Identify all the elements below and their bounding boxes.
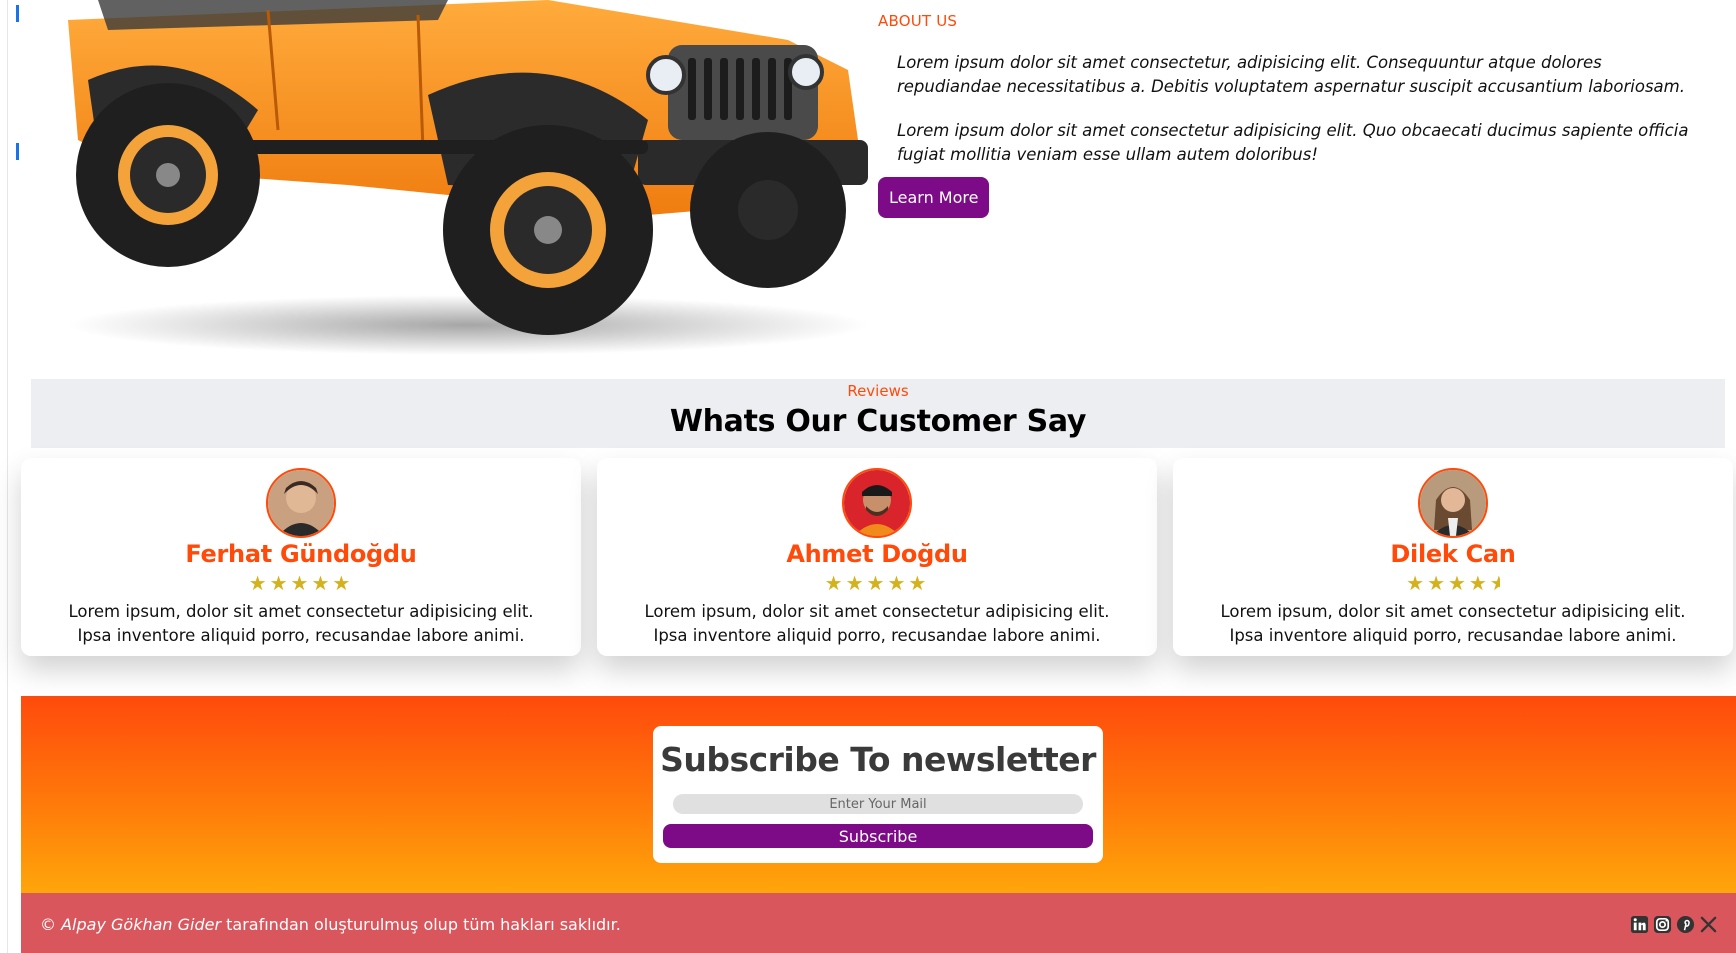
reviewer-name: Ferhat Gündoğdu bbox=[185, 540, 417, 568]
review-text: Lorem ipsum, dolor sit amet consectetur … bbox=[68, 602, 534, 645]
review-text: Lorem ipsum, dolor sit amet consectetur … bbox=[644, 602, 1110, 645]
reviews-header: Reviews Whats Our Customer Say bbox=[31, 379, 1725, 448]
review-cards: Ferhat Gündoğdu ★★★★★ Lorem ipsum, dolor… bbox=[21, 458, 1736, 656]
avatar bbox=[842, 468, 912, 538]
newsletter-box: Subscribe To newsletter Subscribe bbox=[653, 726, 1103, 863]
reviewer-name: Ahmet Doğdu bbox=[786, 540, 968, 568]
avatar bbox=[266, 468, 336, 538]
about-kicker: ABOUT US bbox=[878, 12, 958, 30]
newsletter-section: Subscribe To newsletter Subscribe bbox=[21, 696, 1736, 893]
reviews-title: Whats Our Customer Say bbox=[669, 404, 1087, 439]
review-text: Lorem ipsum, dolor sit amet consectetur … bbox=[1220, 602, 1686, 645]
about-section: ABOUT US Lorem ipsum dolor sit amet cons… bbox=[0, 0, 1736, 370]
x-icon[interactable] bbox=[1698, 914, 1718, 934]
social-links bbox=[1629, 914, 1718, 934]
newsletter-title: Subscribe To newsletter bbox=[660, 740, 1096, 779]
star-rating: ★★★★★ bbox=[248, 571, 354, 595]
review-card: Ahmet Doğdu ★★★★★ Lorem ipsum, dolor sit… bbox=[597, 458, 1157, 656]
learn-more-button[interactable]: Learn More bbox=[878, 177, 990, 218]
email-input[interactable] bbox=[673, 794, 1083, 814]
instagram-icon[interactable] bbox=[1652, 914, 1672, 934]
review-card: Ferhat Gündoğdu ★★★★★ Lorem ipsum, dolor… bbox=[21, 458, 581, 656]
about-paragraph: Lorem ipsum dolor sit amet consectetur a… bbox=[897, 121, 1689, 164]
review-card: Dilek Can ★★★★★ Lorem ipsum, dolor sit a… bbox=[1173, 458, 1733, 656]
footer-rights-text: tarafından oluşturulmuş olup tüm hakları… bbox=[226, 915, 621, 934]
reviewer-name: Dilek Can bbox=[1390, 540, 1516, 568]
pinterest-icon[interactable] bbox=[1675, 914, 1695, 934]
linkedin-icon[interactable] bbox=[1629, 914, 1649, 934]
star-rating: ★★★★★ bbox=[824, 571, 930, 595]
reviews-kicker: Reviews bbox=[847, 382, 909, 400]
orange-jeep-image bbox=[28, 0, 878, 370]
copyright-symbol: © bbox=[40, 915, 56, 934]
about-content: ABOUT US Lorem ipsum dolor sit amet cons… bbox=[878, 12, 1708, 218]
footer-copyright: © Alpay Gökhan Gider tarafından oluşturu… bbox=[40, 915, 621, 934]
star-rating: ★★★★★ bbox=[1173, 572, 1733, 594]
avatar bbox=[1418, 468, 1488, 538]
footer-author: Alpay Gökhan Gider bbox=[61, 915, 222, 934]
footer: © Alpay Gökhan Gider tarafından oluşturu… bbox=[21, 893, 1736, 953]
subscribe-button[interactable]: Subscribe bbox=[663, 824, 1093, 848]
about-paragraph: Lorem ipsum dolor sit amet consectetur, … bbox=[897, 53, 1685, 96]
half-star-icon: ★ bbox=[1490, 572, 1500, 594]
